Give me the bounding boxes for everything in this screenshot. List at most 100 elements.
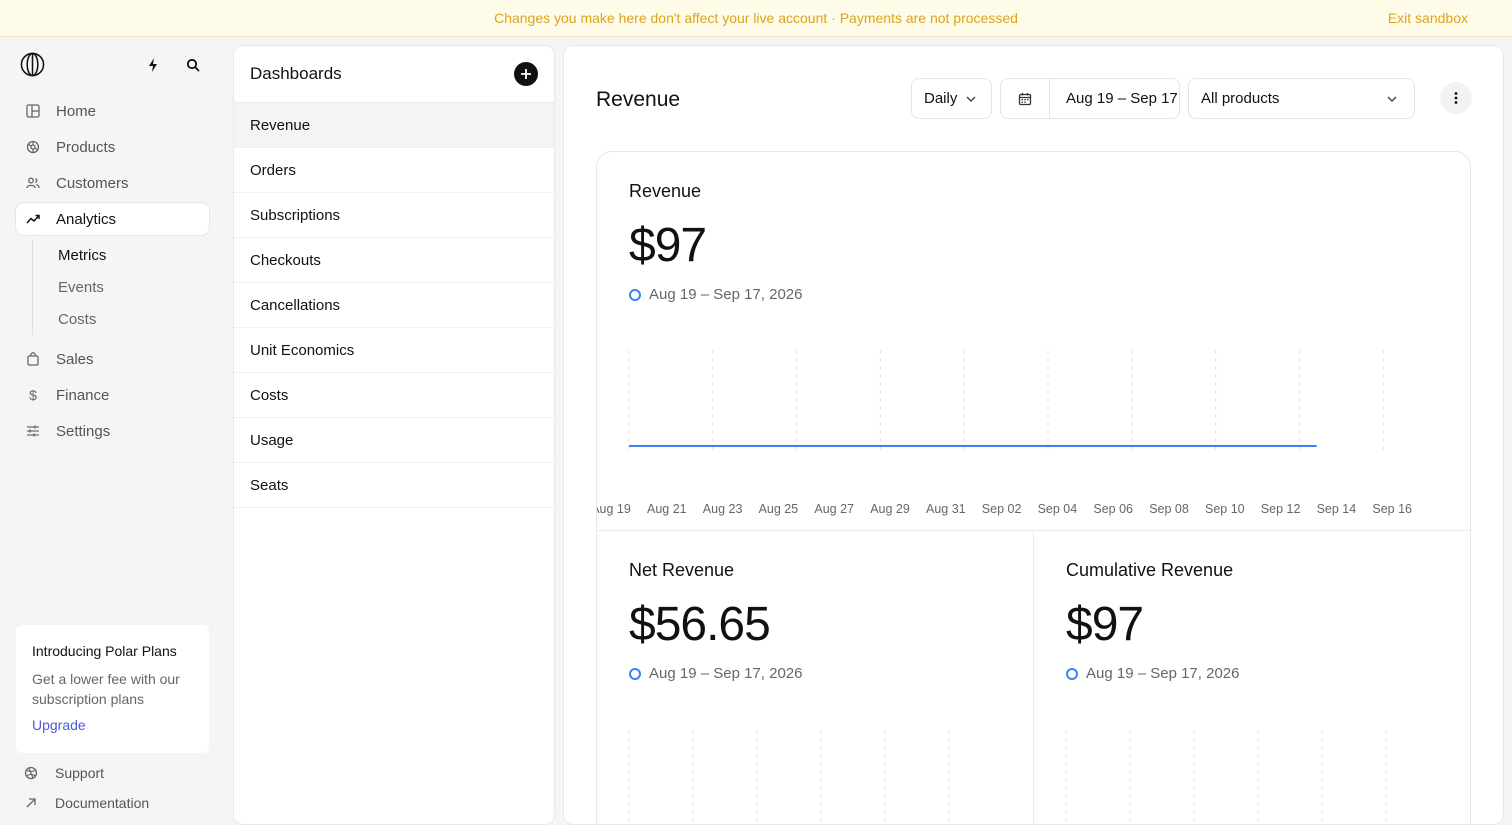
x-tick-label: Sep 02 (981, 502, 1022, 516)
main-panel: Revenue Daily Aug 19 – Sep 17 All produc… (563, 45, 1504, 825)
analytics-subnav: Metrics Events Costs (32, 239, 209, 335)
metrics-card: Revenue $97 Aug 19 – Sep 17, 2026 Aug 19… (596, 151, 1471, 824)
x-tick-label: Sep 12 (1260, 502, 1301, 516)
x-tick-label: Aug 29 (870, 502, 910, 516)
search-icon[interactable] (183, 55, 203, 75)
dashboards-title: Dashboards (250, 64, 342, 83)
main-nav: Home Products Customers Analytics Metric… (16, 95, 209, 451)
interval-select[interactable]: Daily (911, 78, 992, 119)
lightning-icon[interactable] (143, 55, 163, 75)
calendar-button[interactable] (1001, 79, 1050, 118)
finance-icon: $ (29, 387, 37, 403)
promo-card: Introducing Polar Plans Get a lower fee … (16, 625, 209, 753)
sidebar: Home Products Customers Analytics Metric… (0, 37, 225, 814)
dashboard-item-orders[interactable]: Orders (234, 148, 554, 193)
dashboard-item-seats[interactable]: Seats (234, 463, 554, 508)
cumulative-revenue-chart (1065, 730, 1387, 824)
add-dashboard-button[interactable] (514, 62, 538, 86)
divider (597, 530, 1470, 531)
plus-icon (521, 69, 531, 79)
dashboard-item-revenue[interactable]: Revenue (234, 103, 554, 148)
sidebar-item-label: Finance (56, 386, 110, 404)
x-tick-label: Aug 31 (925, 502, 966, 516)
external-link-icon (26, 798, 36, 808)
cumulative-revenue-value: $97 (1066, 598, 1144, 651)
subnav-item-metrics[interactable]: Metrics (58, 239, 209, 271)
date-range-value: Aug 19 – Sep 17 (1066, 90, 1178, 107)
customers-icon (26, 176, 40, 190)
series-marker-icon (629, 288, 641, 301)
sidebar-item-finance[interactable]: $ Finance (16, 379, 209, 411)
sidebar-item-label: Products (56, 138, 116, 156)
dashboard-item-unit-economics[interactable]: Unit Economics (234, 328, 554, 373)
exit-sandbox-link[interactable]: Exit sandbox (1388, 10, 1468, 26)
sidebar-item-documentation[interactable]: Documentation (24, 795, 149, 811)
revenue-range: Aug 19 – Sep 17, 2026 (629, 286, 802, 303)
dashboard-item-checkouts[interactable]: Checkouts (234, 238, 554, 283)
dashboards-panel: Dashboards Revenue Orders Subscriptions … (233, 45, 555, 825)
dashboard-item-subscriptions[interactable]: Subscriptions (234, 193, 554, 238)
series-marker-icon (1066, 667, 1078, 680)
net-revenue-value: $56.65 (629, 598, 771, 651)
series-marker-icon (629, 667, 641, 680)
sidebar-item-label: Documentation (55, 795, 150, 811)
sidebar-item-label: Support (55, 765, 105, 781)
x-tick-label: Aug 23 (702, 502, 743, 516)
cumulative-revenue-range-text: Aug 19 – Sep 17, 2026 (1086, 665, 1240, 682)
dashboard-item-usage[interactable]: Usage (234, 418, 554, 463)
sidebar-item-label: Home (56, 102, 97, 120)
product-filter-select[interactable]: All products (1188, 78, 1415, 119)
net-revenue-range-text: Aug 19 – Sep 17, 2026 (649, 665, 803, 682)
subnav-item-events[interactable]: Events (58, 271, 209, 303)
polar-logo-icon[interactable] (20, 52, 45, 77)
subnav-item-costs[interactable]: Costs (58, 303, 209, 335)
interval-value: Daily (924, 90, 958, 107)
net-revenue-range: Aug 19 – Sep 17, 2026 (629, 665, 802, 682)
analytics-icon (26, 212, 40, 226)
more-options-button[interactable] (1440, 82, 1472, 114)
dashboards-header: Dashboards (234, 46, 554, 103)
x-tick-label: Sep 06 (1093, 502, 1133, 516)
net-revenue-chart (628, 730, 950, 824)
revenue-value: $97 (629, 219, 707, 272)
x-tick-label: Aug 25 (758, 502, 799, 516)
cumulative-revenue-label: Cumulative Revenue (1066, 560, 1234, 580)
dashboard-item-cancellations[interactable]: Cancellations (234, 283, 554, 328)
home-icon (26, 104, 40, 118)
sidebar-item-label: Sales (56, 350, 94, 368)
x-tick-label: Sep 16 (1372, 502, 1412, 516)
product-filter-value: All products (1201, 90, 1280, 107)
x-tick-label: Aug 19 (597, 502, 631, 516)
sidebar-item-customers[interactable]: Customers (16, 167, 209, 199)
settings-icon (26, 424, 40, 438)
sandbox-banner: Changes you make here don't affect your … (0, 0, 1512, 37)
x-tick-label: Sep 08 (1149, 502, 1189, 516)
dashboard-item-costs[interactable]: Costs (234, 373, 554, 418)
sidebar-item-products[interactable]: Products (16, 131, 209, 163)
promo-title: Introducing Polar Plans (32, 643, 177, 659)
cumulative-revenue-range: Aug 19 – Sep 17, 2026 (1066, 665, 1239, 682)
sidebar-item-settings[interactable]: Settings (16, 415, 209, 447)
revenue-range-text: Aug 19 – Sep 17, 2026 (649, 286, 803, 303)
revenue-label: Revenue (629, 181, 702, 201)
sidebar-item-support[interactable]: Support (24, 765, 104, 781)
upgrade-link[interactable]: Upgrade (32, 717, 193, 733)
products-icon (26, 140, 40, 154)
sidebar-item-home[interactable]: Home (16, 95, 209, 127)
sidebar-item-label: Customers (56, 174, 129, 192)
chevron-down-icon (966, 96, 976, 102)
sales-icon (26, 352, 40, 366)
revenue-chart (628, 350, 1384, 452)
calendar-icon (1018, 92, 1032, 105)
x-tick-label: Sep 04 (1037, 502, 1078, 516)
x-tick-label: Sep 14 (1316, 502, 1357, 516)
sidebar-item-label: Settings (56, 422, 111, 440)
sidebar-item-analytics[interactable]: Analytics (16, 203, 209, 235)
support-icon (24, 766, 38, 780)
promo-text: Get a lower fee with our subscription pl… (32, 671, 180, 707)
sidebar-item-sales[interactable]: Sales (16, 343, 209, 375)
sidebar-item-label: Analytics (56, 210, 117, 228)
more-vertical-icon (1454, 92, 1458, 104)
date-range-picker[interactable]: Aug 19 – Sep 17 (1000, 78, 1180, 119)
page-title: Revenue (596, 88, 681, 111)
